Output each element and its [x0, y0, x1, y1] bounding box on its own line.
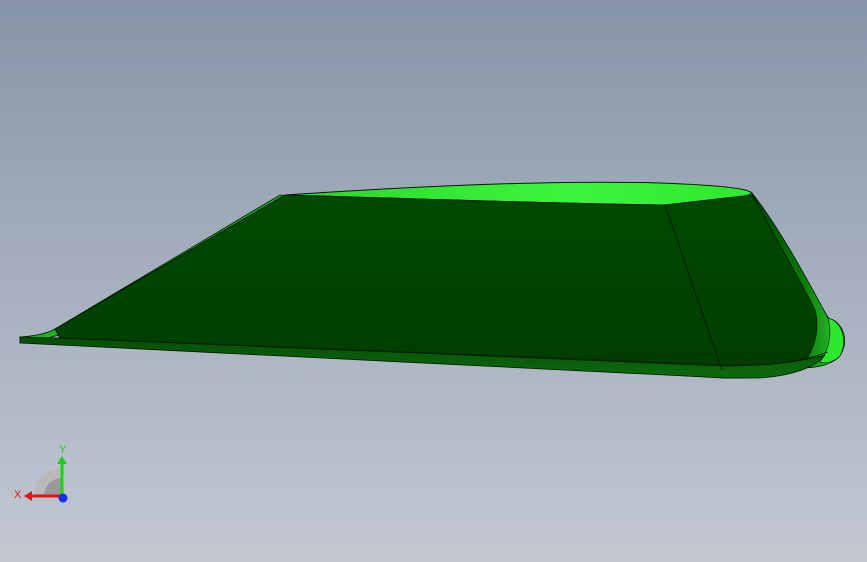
z-axis-dot [58, 493, 68, 503]
y-axis-arrow [57, 456, 67, 464]
wing-model[interactable] [0, 0, 867, 562]
y-axis-label: Y [59, 444, 67, 456]
graphics-viewport[interactable]: Y X [0, 0, 867, 562]
coordinate-triad: Y X [14, 444, 68, 503]
x-axis-arrow [24, 491, 32, 501]
x-axis-label: X [14, 489, 22, 501]
